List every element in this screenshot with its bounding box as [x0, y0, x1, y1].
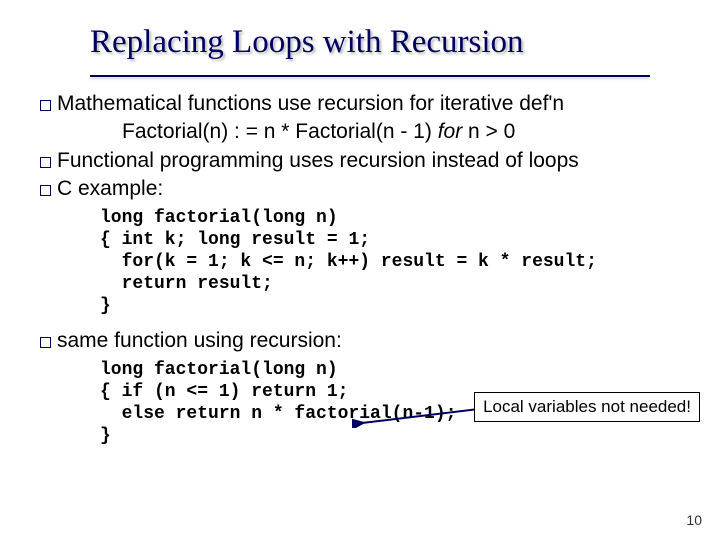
callout-box: Local variables not needed! [474, 392, 700, 422]
bullet-1-text: Mathematical functions use recursion for… [57, 91, 690, 117]
bullet-3: C example: [40, 176, 690, 202]
callout-text: Local variables not needed! [483, 397, 691, 416]
bullet-4: same function using recursion: [40, 328, 690, 354]
bullet-square-icon [40, 157, 51, 168]
bullet-2-text: Functional programming uses recursion in… [57, 148, 690, 174]
slide-title: Replacing Loops with Recursion [90, 24, 524, 60]
bullet-4-text: same function using recursion: [57, 328, 690, 354]
bullet-square-icon [40, 185, 51, 196]
page-number: 10 [686, 512, 702, 528]
bullet-square-icon [40, 100, 51, 111]
bullet-3-text: C example: [57, 176, 690, 202]
slide: Replacing Loops with Recursion Mathemati… [0, 0, 720, 540]
bullet-square-icon [40, 337, 51, 348]
code-block-1: long factorial(long n) { int k; long res… [100, 208, 690, 318]
formula-ital: for [438, 120, 468, 143]
formula-part-a: Factorial(n) : = n * Factorial(n - 1) [122, 120, 438, 143]
bullet-1: Mathematical functions use recursion for… [40, 91, 690, 117]
formula-line: Factorial(n) : = n * Factorial(n - 1) fo… [122, 119, 690, 145]
title-wrap: Replacing Loops with Recursion [0, 0, 720, 69]
bullet-2: Functional programming uses recursion in… [40, 148, 690, 174]
formula-part-b: n > 0 [468, 120, 515, 143]
